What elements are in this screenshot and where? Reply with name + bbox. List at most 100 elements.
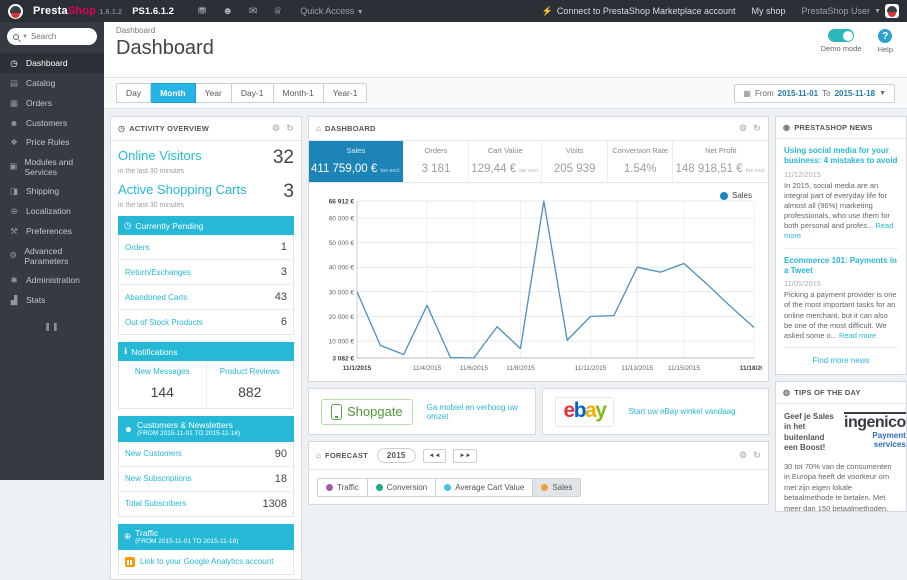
sidebar-item-orders[interactable]: ▦ Orders (0, 93, 104, 113)
kpi-visits-tab[interactable]: Visits 205 939 (542, 141, 608, 182)
quick-access-menu[interactable]: Quick Access ▼ (300, 6, 363, 16)
search-input[interactable] (30, 32, 89, 41)
sidebar-item-shipping[interactable]: ◨ Shipping (0, 181, 104, 201)
refresh-icon[interactable]: ↻ (753, 123, 761, 134)
svg-text:11/15/2015: 11/15/2015 (668, 365, 700, 372)
sidebar-item-modules[interactable]: ▣ Modules and Services (0, 152, 104, 181)
pending-returns-row[interactable]: Return/Exchanges 3 (119, 260, 293, 285)
breadcrumb[interactable]: Dashboard (116, 26, 895, 35)
gear-icon[interactable]: ⚙ (739, 123, 747, 134)
total-subscribers-row[interactable]: Total Subscribers 1308 (119, 492, 293, 516)
forecast-sales-toggle[interactable]: Sales (533, 478, 582, 497)
phone-icon (331, 403, 342, 420)
refresh-icon[interactable]: ↻ (286, 123, 294, 134)
refresh-icon[interactable]: ↻ (753, 450, 761, 461)
sidebar-item-localization[interactable]: ⊕ Localization (0, 201, 104, 221)
kpi-cart-value-tab[interactable]: Cart Value 129,44 € tax excl. (469, 141, 543, 182)
shop-name-link[interactable]: PS1.6.1.2 (132, 6, 174, 17)
svg-text:3 082 €: 3 082 € (332, 356, 354, 363)
new-customers-row[interactable]: New Customers 90 (119, 442, 293, 467)
svg-text:30 000 €: 30 000 € (329, 289, 355, 296)
marketplace-link[interactable]: ⚡ Connect to PrestaShop Marketplace acco… (542, 6, 736, 17)
rss-icon: ◉ (783, 123, 791, 132)
svg-text:11/1/2015: 11/1/2015 (343, 365, 372, 372)
svg-text:20 000 €: 20 000 € (329, 314, 355, 321)
out-of-stock-row[interactable]: Out of Stock Products 6 (119, 310, 293, 334)
ebay-link[interactable]: Start uw eBay winkel vandaag (628, 407, 735, 416)
forecast-traffic-toggle[interactable]: Traffic (317, 478, 368, 497)
forecast-avg-cart-toggle[interactable]: Average Cart Value (436, 478, 534, 497)
stats-icon: ▟ (10, 294, 18, 305)
sidebar-item-stats[interactable]: ▟ Stats (0, 290, 104, 310)
help-icon[interactable]: ? (878, 29, 893, 43)
new-subscriptions-row[interactable]: New Subscriptions 18 (119, 467, 293, 492)
tips-of-the-day-panel: ◍ TIPS OF THE DAY Geef je Sales in het b… (775, 380, 907, 512)
sidebar-item-catalog[interactable]: ▤ Catalog (0, 73, 104, 93)
svg-text:10 000 €: 10 000 € (329, 338, 355, 345)
sales-chart-svg: 3 082 € 10 000 € 20 000 € 30 000 € 40 000 € 5… (329, 199, 769, 373)
kpi-sales-tab[interactable]: Sales 411 759,00 € tax excl. (309, 141, 404, 182)
forecast-year: 2015 (376, 448, 416, 463)
new-messages-cell[interactable]: New Messages 144 (119, 361, 207, 408)
cart-icon[interactable]: ⛃ (198, 6, 206, 17)
filter-day-button[interactable]: Day (116, 83, 152, 103)
find-more-news-link[interactable]: Find more news (776, 348, 906, 374)
activity-overview-panel: ◷ ACTIVITY OVERVIEW ⚙ ↻ Online Visitors … (110, 116, 302, 580)
gear-icon[interactable]: ⚙ (272, 123, 280, 134)
sidebar-item-dashboard[interactable]: ◷ Dashboard (0, 53, 104, 73)
shopgate-banner[interactable]: Shopgate Ga mobiel en verhoog uw omzet (308, 388, 536, 435)
dashboard-icon: ◷ (10, 57, 18, 68)
pending-orders-row[interactable]: Orders 1 (119, 235, 293, 260)
kpi-net-profit-tab[interactable]: Net Profit 148 918,51 € tax excl. (673, 141, 768, 182)
forecast-conversion-toggle[interactable]: Conversion (367, 478, 437, 497)
online-visitors-value: 32 (272, 147, 294, 168)
kpi-orders-tab[interactable]: Orders 3 181 (404, 141, 470, 182)
forecast-next-button[interactable]: ►► (453, 448, 478, 463)
catalog-icon: ▤ (9, 77, 19, 88)
sidebar-item-advanced-parameters[interactable]: ⚙ Advanced Parameters (0, 241, 104, 270)
user-menu[interactable]: PrestaShop User ▼ (802, 4, 899, 18)
customers-icon[interactable]: ☻ (222, 6, 233, 17)
date-range-button[interactable]: ▦ From 2015-11-01 To 2015-11-18 ▼ (734, 83, 895, 103)
filter-year-1-button[interactable]: Year-1 (323, 83, 368, 103)
filter-month-button[interactable]: Month (151, 83, 196, 103)
sidebar-item-price-rules[interactable]: ❖ Price Rules (0, 132, 104, 152)
sidebar-item-preferences[interactable]: ⚒ Preferences (0, 221, 104, 241)
sidebar-search[interactable]: ▼ (7, 28, 97, 45)
product-reviews-cell[interactable]: Product Reviews 882 (207, 361, 294, 408)
abandoned-carts-row[interactable]: Abandoned Carts 43 (119, 285, 293, 310)
chevron-down-icon: ▼ (874, 7, 881, 15)
plug-icon: ⚡ (541, 5, 553, 16)
google-analytics-link[interactable]: Link to your Google Analytics account (118, 549, 294, 575)
ebay-banner[interactable]: ebay Start uw eBay winkel vandaag (541, 388, 769, 435)
preferences-icon: ⚒ (10, 225, 18, 236)
prestashop-news-panel: ◉ PRESTASHOP NEWS Using social media for… (775, 116, 907, 375)
shopgate-link[interactable]: Ga mobiel en verhoog uw omzet (427, 403, 523, 421)
online-visitors-link[interactable]: Online Visitors (118, 148, 202, 163)
traffic-dot-icon (326, 484, 333, 491)
kpi-conversion-rate-tab[interactable]: Conversion Rate 1.54% (608, 141, 674, 182)
demo-mode-toggle[interactable] (828, 29, 855, 42)
filter-year-button[interactable]: Year (195, 83, 232, 103)
calendar-icon: ▦ (743, 88, 751, 98)
sidebar-item-customers[interactable]: ☻ Customers (0, 113, 104, 132)
my-shop-link[interactable]: My shop (752, 6, 786, 16)
trophy-icon[interactable]: ♕ (273, 6, 282, 17)
messages-icon[interactable]: ✉ (249, 6, 257, 17)
page-title: Dashboard (116, 37, 214, 59)
filter-month-1-button[interactable]: Month-1 (273, 83, 324, 103)
gear-icon[interactable]: ⚙ (739, 450, 747, 461)
sidebar-collapse-button[interactable]: ❚❚ (0, 322, 104, 331)
chart-legend[interactable]: Sales (719, 191, 752, 200)
active-carts-link[interactable]: Active Shopping Carts (118, 182, 247, 197)
filter-day-1-button[interactable]: Day-1 (231, 83, 274, 103)
forecast-prev-button[interactable]: ◄◄ (422, 448, 447, 463)
article-title-link[interactable]: Using social media for your business: 4 … (784, 146, 898, 167)
chevron-down-icon: ▼ (879, 89, 886, 97)
dashboard-panel-title: DASHBOARD (325, 124, 376, 133)
forecast-panel-title: FORECAST (325, 451, 368, 460)
sidebar-item-administration[interactable]: ✱ Administration (0, 270, 104, 290)
read-more-link[interactable]: Read more (839, 331, 876, 340)
search-scope-caret-icon[interactable]: ▼ (22, 34, 28, 40)
article-title-link[interactable]: Ecommerce 101: Payments in a Tweet (784, 256, 898, 277)
